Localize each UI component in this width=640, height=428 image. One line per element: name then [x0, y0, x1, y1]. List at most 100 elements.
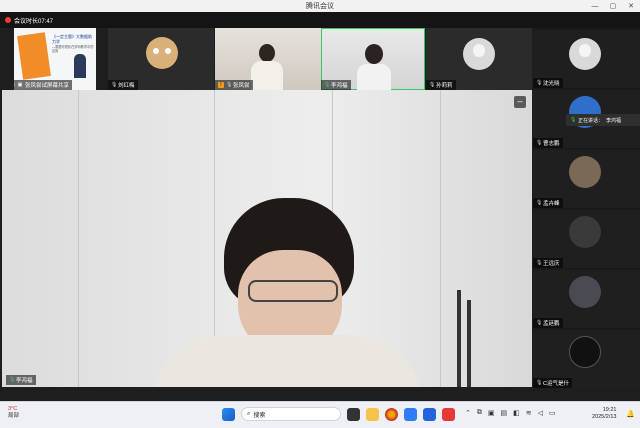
tencent-meeting-icon[interactable] — [404, 407, 417, 421]
participant-name: 沈光晓 — [543, 81, 560, 87]
slide-title: 《一定主题》大数据助力学 — [52, 34, 92, 44]
mic-icon: 🎙 — [429, 82, 436, 88]
mic-icon: 🎙 — [536, 260, 543, 266]
participant-body — [251, 61, 283, 90]
participant-name: 曹志鹏 — [543, 141, 560, 147]
window-titlebar: 腾讯会议 — ▢ ✕ — [0, 0, 640, 12]
start-icon[interactable] — [222, 407, 235, 421]
weather-desc: 局部 — [8, 413, 20, 419]
search-placeholder: 搜索 — [253, 412, 266, 419]
taskbar-clock[interactable]: 19:21 2025/2/13 — [592, 407, 616, 421]
speaking-label: 正在讲话： — [578, 117, 604, 124]
taskbar-apps: ⌕ 搜索 — [222, 407, 455, 421]
mic-icon: 🎙 — [536, 200, 543, 206]
participant-head — [365, 44, 383, 64]
participant-name: 孟廷鹏 — [543, 321, 560, 327]
windows-taskbar: 3°C 局部 ⌕ 搜索 ⌃ ⧉ ▣ ▤ ◧ ≋ ◁ ▭ 19:21 2025/2… — [0, 401, 640, 428]
app-icon[interactable] — [423, 407, 436, 421]
participant-name: 李鸿福 — [331, 83, 348, 89]
mic-icon: 🎙 — [536, 320, 543, 326]
participant-label: 🎙 王远庆 — [533, 258, 563, 268]
participant-tile-liu[interactable]: 🎙 刘红梅 — [108, 28, 214, 90]
weather-widget[interactable]: 3°C 局部 — [8, 406, 19, 420]
image-avatar — [569, 336, 601, 368]
speaker-shirt — [152, 335, 422, 387]
tray-app-icon[interactable]: ◧ — [513, 409, 520, 417]
screen-share-icon: ▣ — [17, 82, 23, 88]
close-button[interactable]: ✕ — [626, 2, 636, 10]
system-tray: ⌃ ⧉ ▣ ▤ ◧ ≋ ◁ ▭ — [465, 409, 556, 417]
side-tile-meng[interactable]: 🎙 孟卉峰 — [533, 150, 640, 208]
participant-label: 🎙 刘红梅 — [108, 80, 138, 90]
participant-label: 🎙 孟卉峰 — [533, 198, 563, 208]
participant-label: ! 🎙 张凤尝 — [215, 80, 253, 90]
mic-active-icon: 🎙 — [570, 117, 577, 123]
file-explorer-icon[interactable] — [366, 407, 379, 421]
slide-subtitle: —数据可视化在学科教学中的应用 — [52, 45, 94, 53]
mic-icon: 🎙 — [14, 82, 16, 88]
participant-tile-zhang[interactable]: ! 🎙 张凤尝 — [215, 28, 321, 90]
wps-icon[interactable] — [442, 407, 455, 421]
maximize-button[interactable]: ▢ — [608, 2, 618, 10]
window-controls: — ▢ ✕ — [590, 0, 636, 12]
participant-name: 孟卉峰 — [543, 201, 560, 207]
taskbar-search[interactable]: ⌕ 搜索 — [241, 407, 341, 421]
tray-app-icon[interactable]: ▤ — [501, 409, 508, 417]
mic-icon: 🎙 — [536, 380, 543, 386]
clock-time: 19:21 — [602, 407, 617, 413]
meeting-status-icon — [5, 17, 11, 23]
participant-list-side: 🎙 沈光晓 🎙 曹志鹏 🎙 孟卉峰 🎙 王远庆 🎙 孟廷鹏 🎙 C运气是什 — [533, 28, 640, 388]
side-tile-shen[interactable]: 🎙 沈光晓 — [533, 30, 640, 88]
main-speaker-video[interactable]: – 🎙 李鸿福 — [2, 90, 532, 387]
participant-name: 张凤尝试屏幕共享 — [25, 83, 70, 89]
participant-label: ! 🎙 ▣ 张凤尝试屏幕共享 — [14, 80, 73, 90]
network-warning-icon: ! — [218, 82, 224, 88]
browser-icon[interactable] — [385, 407, 398, 421]
wifi-icon[interactable]: ≋ — [526, 409, 532, 417]
participant-label: 🎙 李鸿福 — [321, 80, 351, 90]
slide-book-cover — [17, 32, 51, 80]
collapse-icon[interactable]: – — [514, 96, 526, 108]
side-tile-c[interactable]: 🎙 C运气是什 — [533, 330, 640, 388]
participant-label: 🎙 C运气是什 — [533, 378, 572, 388]
participant-tile-screen-share[interactable]: 《一定主题》大数据助力学 —数据可视化在学科教学中的应用 ! 🎙 ▣ 张凤尝试屏… — [14, 28, 96, 90]
weather-temp: 3°C — [8, 406, 18, 412]
participant-name: 孙莉莉 — [436, 83, 453, 89]
cartoon-avatar — [146, 37, 178, 69]
main-speaker-label: 🎙 李鸿福 — [6, 375, 36, 385]
side-tile-wang[interactable]: 🎙 王远庆 — [533, 210, 640, 268]
window-title: 腾讯会议 — [306, 3, 334, 10]
volume-icon[interactable]: ◁ — [538, 409, 543, 417]
tray-chevron-icon[interactable]: ⌃ — [465, 409, 471, 417]
participant-name: 王远庆 — [543, 261, 560, 267]
speaking-name: 李鸿福 — [606, 117, 622, 124]
participant-label: 🎙 孟廷鹏 — [533, 318, 563, 328]
default-avatar-icon — [463, 38, 495, 70]
mic-icon: 🎙 — [226, 82, 233, 88]
clock-date: 2025/2/13 — [592, 414, 617, 420]
tray-app-icon[interactable]: ⧉ — [477, 409, 482, 417]
side-tile-meng2[interactable]: 🎙 孟廷鹏 — [533, 270, 640, 328]
meeting-duration[interactable]: 会议时长07:47 — [14, 16, 53, 25]
battery-icon[interactable]: ▭ — [549, 409, 556, 417]
minimize-button[interactable]: — — [590, 3, 600, 10]
participant-tile-sun[interactable]: 🎙 孙莉莉 — [426, 28, 532, 90]
main-speaker-name: 李鸿福 — [16, 378, 33, 384]
wall-handle — [457, 290, 461, 387]
mic-active-icon: 🎙 — [9, 377, 16, 383]
participant-name: 刘红梅 — [118, 83, 135, 89]
participant-tile-li-active[interactable]: 🎙 李鸿福 — [321, 28, 425, 90]
mic-icon: 🎙 — [536, 140, 543, 146]
speaker-glasses — [248, 280, 338, 302]
participant-body — [357, 64, 391, 90]
participant-label: 🎙 孙莉莉 — [426, 80, 456, 90]
wall-seam — [440, 90, 441, 387]
notification-icon[interactable]: 🔔 — [626, 410, 635, 418]
default-avatar-icon — [569, 38, 601, 70]
slide-presenter-figure — [74, 54, 86, 78]
image-avatar — [569, 216, 601, 248]
participant-name: 张凤尝 — [233, 83, 250, 89]
tray-app-icon[interactable]: ▣ — [488, 409, 495, 417]
task-view-icon[interactable] — [347, 407, 360, 421]
wall-seam — [78, 90, 79, 387]
